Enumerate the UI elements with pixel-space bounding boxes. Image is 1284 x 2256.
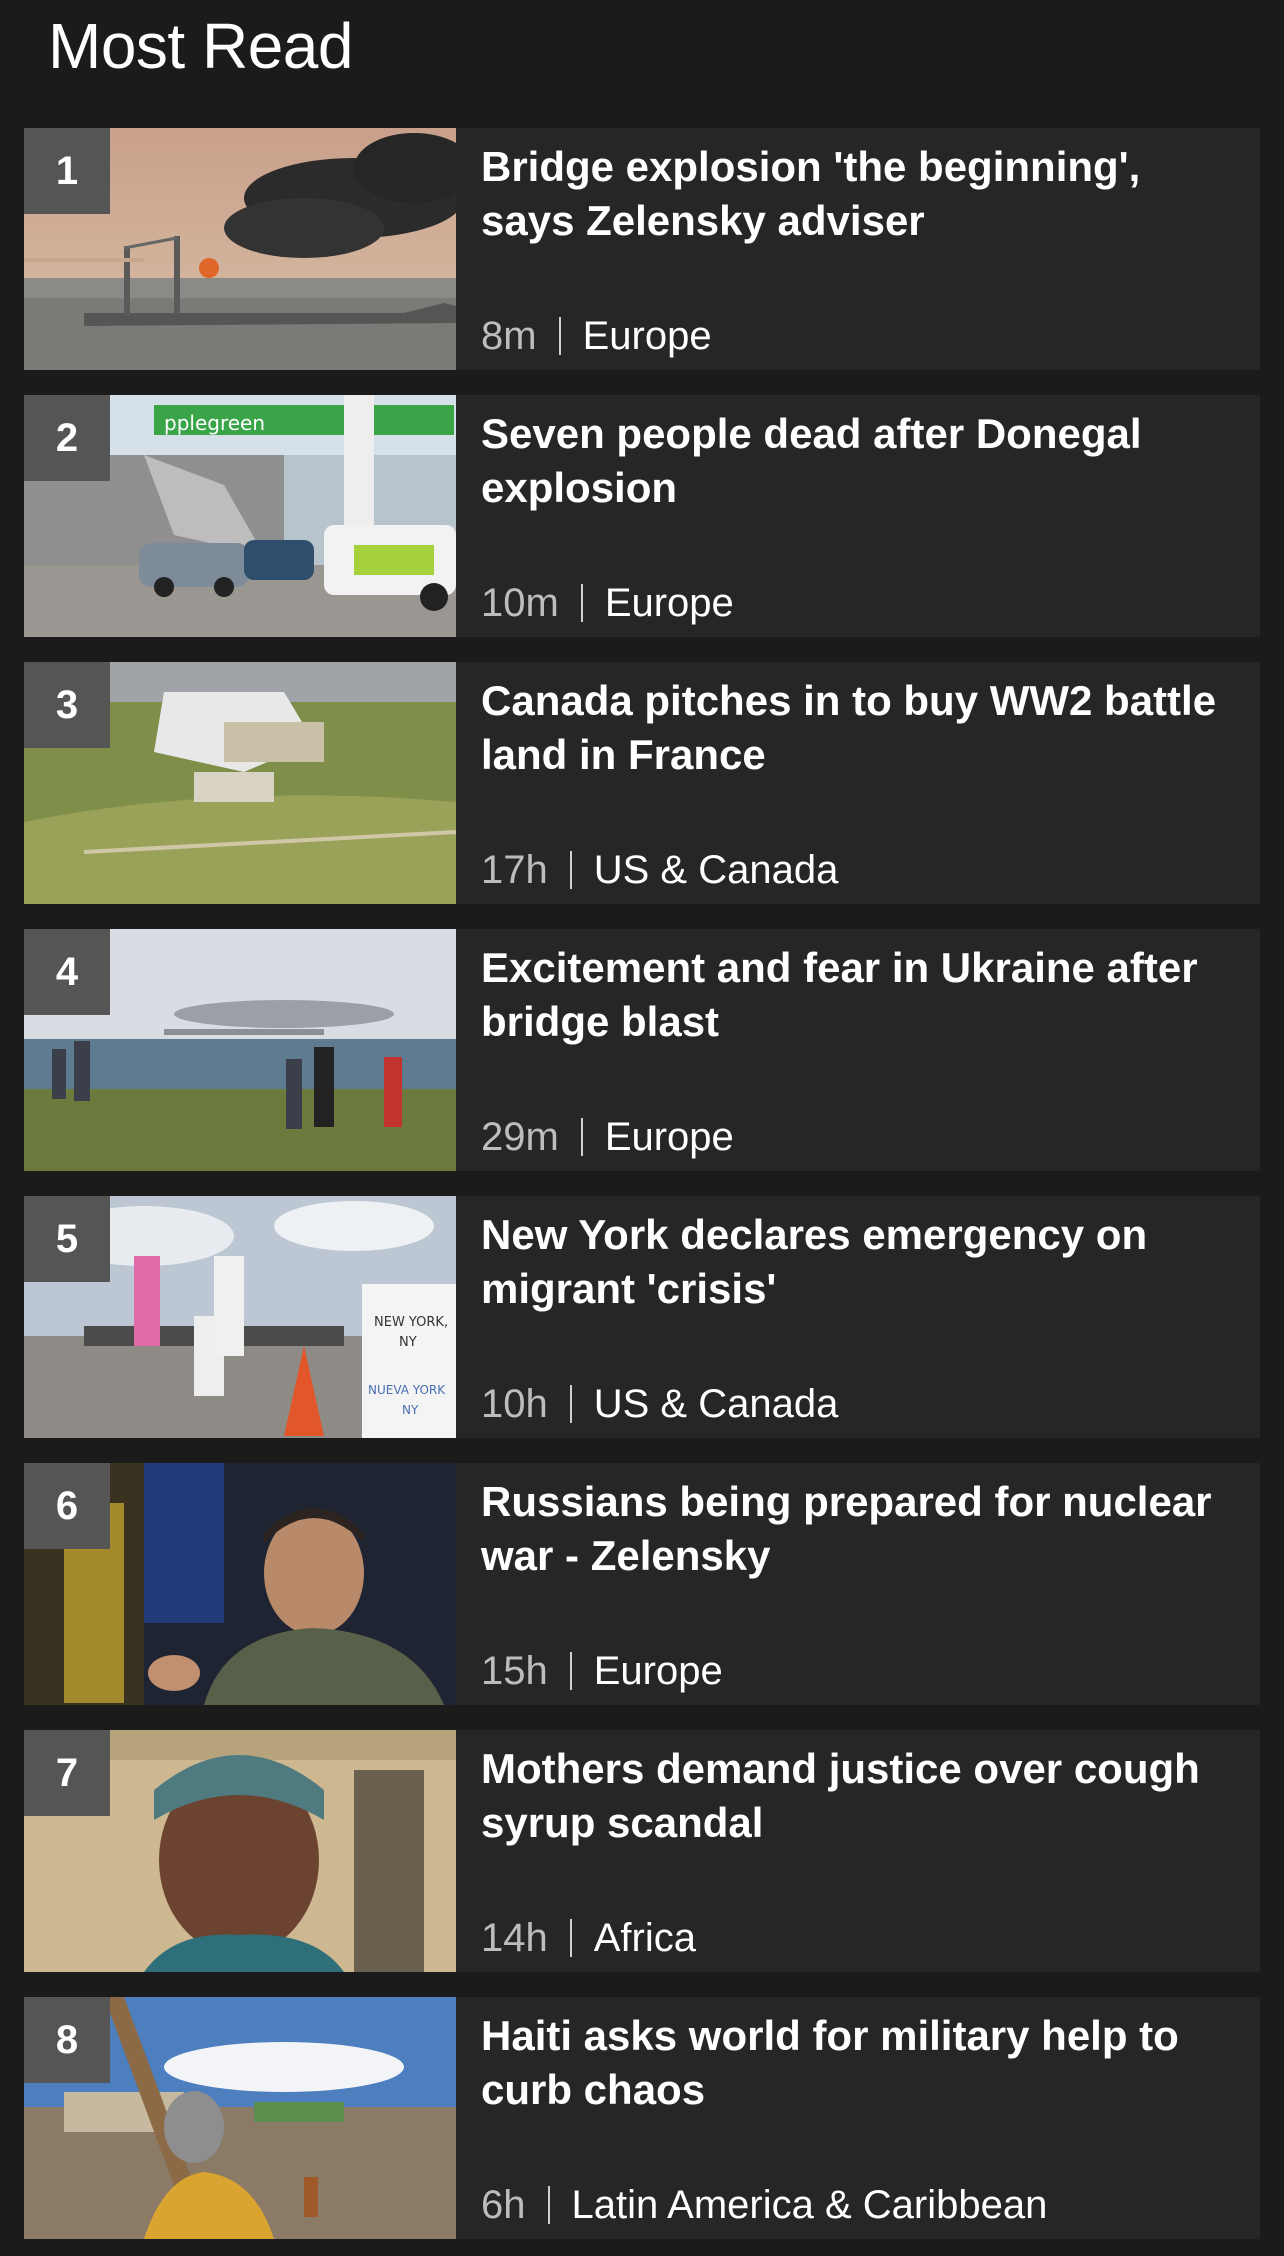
article-item-3[interactable]: 3 Canada pitches in to buy WW2 battle la…: [24, 662, 1260, 904]
rank-badge: 8: [24, 1997, 110, 2083]
sign-text: pplegreen: [164, 411, 265, 435]
article-item-2[interactable]: pplegreen 2 Seven people dead after Done…: [24, 395, 1260, 637]
article-headline[interactable]: Excitement and fear in Ukraine after bri…: [481, 941, 1241, 1049]
rank-badge: 2: [24, 395, 110, 481]
sign-text-line: NY: [402, 1403, 419, 1417]
article-time: 10h: [481, 1382, 548, 1426]
rank-badge: 3: [24, 662, 110, 748]
rank-badge: 4: [24, 929, 110, 1015]
article-time: 10m: [481, 581, 559, 625]
article-item-8[interactable]: 8 Haiti asks world for military help to …: [24, 1997, 1260, 2239]
meta-divider: [569, 1919, 572, 1957]
article-time: 6h: [481, 2183, 526, 2227]
article-headline[interactable]: Seven people dead after Donegal explosio…: [481, 407, 1241, 515]
rank-badge: 7: [24, 1730, 110, 1816]
section-title: Most Read: [48, 10, 353, 82]
article-category[interactable]: Europe: [605, 1115, 734, 1159]
meta-divider: [558, 317, 561, 355]
article-meta: 10h US & Canada: [481, 1380, 838, 1428]
article-item-6[interactable]: 6 Russians being prepared for nuclear wa…: [24, 1463, 1260, 1705]
article-time: 8m: [481, 314, 537, 358]
article-category[interactable]: Latin America & Caribbean: [572, 2183, 1048, 2227]
article-headline[interactable]: Canada pitches in to buy WW2 battle land…: [481, 674, 1241, 782]
meta-divider: [580, 1118, 583, 1156]
rank-badge: 5: [24, 1196, 110, 1282]
article-headline[interactable]: Bridge explosion 'the beginning', says Z…: [481, 140, 1241, 248]
sign-text-line: NY: [399, 1335, 417, 1350]
article-thumbnail[interactable]: 3: [24, 662, 456, 904]
article-meta: 14h Africa: [481, 1914, 696, 1962]
article-item-4[interactable]: 4 Excitement and fear in Ukraine after b…: [24, 929, 1260, 1171]
meta-divider: [569, 851, 572, 889]
article-time: 14h: [481, 1916, 548, 1960]
article-category[interactable]: US & Canada: [594, 848, 839, 892]
article-headline[interactable]: Russians being prepared for nuclear war …: [481, 1475, 1241, 1583]
rank-badge: 6: [24, 1463, 110, 1549]
most-read-page: Most Read 1 Bridge explosion 'the beginn…: [0, 0, 1284, 2256]
article-thumbnail[interactable]: pplegreen 2: [24, 395, 456, 637]
article-time: 29m: [481, 1115, 559, 1159]
article-thumbnail[interactable]: NEW YORK, NY NUEVA YORK NY 5: [24, 1196, 456, 1438]
article-headline[interactable]: New York declares emergency on migrant '…: [481, 1208, 1241, 1316]
article-headline[interactable]: Haiti asks world for military help to cu…: [481, 2009, 1241, 2117]
article-meta: 15h Europe: [481, 1647, 723, 1695]
article-meta: 8m Europe: [481, 312, 712, 360]
meta-divider: [547, 2186, 550, 2224]
article-headline[interactable]: Mothers demand justice over cough syrup …: [481, 1742, 1241, 1850]
article-time: 15h: [481, 1649, 548, 1693]
article-thumbnail[interactable]: 6: [24, 1463, 456, 1705]
article-meta: 29m Europe: [481, 1113, 734, 1161]
article-meta: 6h Latin America & Caribbean: [481, 2181, 1047, 2229]
article-category[interactable]: Europe: [594, 1649, 723, 1693]
rank-badge: 1: [24, 128, 110, 214]
meta-divider: [569, 1385, 572, 1423]
article-category[interactable]: Europe: [605, 581, 734, 625]
article-meta: 10m Europe: [481, 579, 734, 627]
article-thumbnail[interactable]: 8: [24, 1997, 456, 2239]
article-thumbnail[interactable]: 7: [24, 1730, 456, 1972]
article-category[interactable]: Africa: [594, 1916, 696, 1960]
article-time: 17h: [481, 848, 548, 892]
article-item-7[interactable]: 7 Mothers demand justice over cough syru…: [24, 1730, 1260, 1972]
article-category[interactable]: US & Canada: [594, 1382, 839, 1426]
article-item-5[interactable]: NEW YORK, NY NUEVA YORK NY 5 New York de…: [24, 1196, 1260, 1438]
sign-text-line: NUEVA YORK: [368, 1383, 446, 1397]
article-item-1[interactable]: 1 Bridge explosion 'the beginning', says…: [24, 128, 1260, 370]
article-thumbnail[interactable]: 4: [24, 929, 456, 1171]
meta-divider: [580, 584, 583, 622]
sign-text-line: NEW YORK,: [374, 1315, 448, 1330]
meta-divider: [569, 1652, 572, 1690]
article-category[interactable]: Europe: [583, 314, 712, 358]
article-meta: 17h US & Canada: [481, 846, 838, 894]
article-thumbnail[interactable]: 1: [24, 128, 456, 370]
